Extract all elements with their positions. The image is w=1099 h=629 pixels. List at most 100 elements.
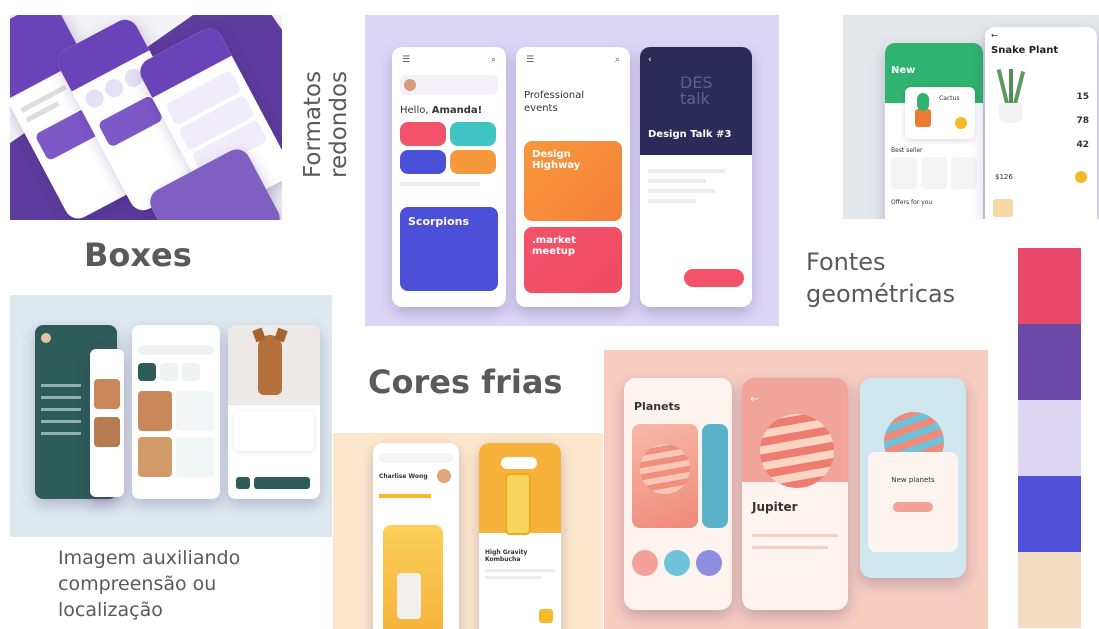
event-card[interactable]: Design Highway [524, 141, 622, 221]
color-swatch [1018, 552, 1081, 628]
category-tile[interactable] [400, 150, 446, 174]
color-palette [1018, 248, 1081, 629]
pet-photo [138, 437, 172, 477]
phone-screen: New planets [860, 378, 966, 578]
tab-new[interactable]: New [891, 65, 915, 76]
category-tile[interactable] [450, 150, 496, 174]
adopt-button[interactable] [254, 477, 310, 489]
event-title: Design Highway [532, 149, 581, 171]
add-button[interactable] [1075, 171, 1087, 183]
purple-app-mockup [10, 15, 282, 220]
filter-chip[interactable] [501, 457, 537, 469]
avatar [404, 79, 416, 91]
section-title: Professional [524, 90, 585, 101]
product-name: Cactus [939, 95, 960, 102]
filter-icon[interactable] [182, 363, 200, 381]
category-tile[interactable] [400, 122, 446, 146]
category-tile[interactable] [450, 122, 496, 146]
pet-photo [138, 391, 172, 431]
jupiter-image [760, 414, 834, 488]
planet-card[interactable] [702, 424, 728, 528]
planet-thumb[interactable] [632, 550, 658, 576]
color-swatch [1018, 400, 1081, 476]
event-title: Design Talk #3 [648, 129, 732, 140]
color-swatch [1018, 324, 1081, 400]
planet-name: Jupiter [752, 500, 798, 514]
register-button[interactable] [684, 269, 744, 287]
cat-photo [228, 325, 320, 405]
hero-watermark: talk [680, 89, 710, 108]
back-icon[interactable]: ← [750, 394, 758, 405]
label-fontes-geometricas: Fontes geométricas [806, 246, 955, 310]
filter-icon[interactable] [138, 363, 156, 381]
phone-screen: New Cactus Best seller Offers for you [885, 43, 983, 219]
planet-thumb[interactable] [664, 550, 690, 576]
phone-screen: ← Snake Plant 15 78 42 $126 [985, 27, 1097, 219]
product-tile[interactable] [921, 157, 947, 189]
label-formatos-redondos: Formatos redondos [300, 18, 352, 178]
phone-screen [132, 325, 220, 499]
add-button[interactable] [955, 117, 967, 129]
section-subtitle: events [524, 103, 558, 114]
search-icon: ⌕ [490, 55, 496, 65]
event-card[interactable]: Scorpions [400, 207, 498, 291]
product-tile[interactable] [891, 157, 917, 189]
label-cores-frias: Cores frias [368, 363, 563, 401]
page-title: Planets [634, 400, 681, 413]
event-title: .market meetup [532, 235, 576, 257]
color-swatch [1018, 248, 1081, 324]
label-line: redondos [326, 70, 352, 178]
search-input[interactable] [379, 453, 453, 463]
event-title: Scorpions [408, 215, 470, 228]
phone-screen: Planets [624, 378, 732, 610]
back-icon[interactable]: ‹ [648, 55, 652, 65]
section-title: Offers for you [891, 199, 933, 206]
product-card[interactable] [383, 525, 443, 629]
events-app-mockup: ☰ ⌕ Hello, Amanda! Scorpions ☰ ⌕ Profess… [365, 15, 779, 326]
planet-thumb[interactable] [696, 550, 722, 576]
pet-adoption-mockup [10, 295, 332, 537]
drinks-app-mockup: Charlise Wong High Gravity Kombucha [333, 433, 603, 629]
back-icon[interactable]: ← [991, 31, 998, 40]
product-title: High Gravity Kombucha [485, 549, 528, 563]
greeting: Hello, Amanda! [400, 105, 498, 116]
explore-button[interactable] [893, 502, 933, 512]
phone-screen: ← Jupiter [742, 378, 848, 610]
can-image [397, 573, 421, 619]
avatar [437, 469, 451, 483]
section-title: Best seller [891, 147, 923, 154]
phone-screen: ‹ DES talk Design Talk #3 [640, 47, 752, 307]
label-line: geométricas [806, 280, 956, 308]
menu-icon: ☰ [526, 55, 535, 65]
label-imagem-auxiliando: Imagem auxiliando compreensão ou localiz… [58, 545, 240, 623]
label-line: Formatos [300, 70, 326, 178]
label-boxes: Boxes [84, 236, 192, 274]
phone-screen: High Gravity Kombucha [479, 443, 561, 629]
cactus-icon [917, 93, 929, 111]
label-line: Fontes [806, 248, 886, 276]
snake-plant-image [996, 69, 1026, 123]
plant-app-mockup: New Cactus Best seller Offers for you ← … [843, 15, 1099, 219]
filter-icon[interactable] [160, 363, 178, 381]
favorite-button[interactable] [236, 477, 250, 489]
product-title: Snake Plant [991, 45, 1059, 56]
phone-screen: Charlise Wong [373, 443, 459, 629]
planets-app-mockup: Planets ← Jupiter New planets [604, 350, 988, 629]
label-line: Imagem auxiliando [58, 547, 241, 569]
planet-card[interactable] [632, 424, 698, 528]
search-icon: ⌕ [614, 55, 620, 65]
card-title: New planets [891, 476, 935, 484]
phone-screen: ☰ ⌕ Professional events Design Highway .… [516, 47, 630, 307]
greeting-name: Amanda! [431, 105, 483, 116]
menu-icon: ☰ [402, 55, 411, 65]
product-tile[interactable] [951, 157, 977, 189]
stat-value: 78 [1076, 116, 1089, 126]
add-to-cart-button[interactable] [539, 609, 553, 623]
phone-screen [90, 349, 124, 497]
phone-screen: ☰ ⌕ Hello, Amanda! Scorpions [392, 47, 506, 307]
label-line: localização [58, 599, 163, 621]
article-thumb [993, 199, 1013, 217]
search-input[interactable] [138, 345, 214, 355]
event-card[interactable]: .market meetup [524, 227, 622, 293]
plant-pot [915, 109, 931, 127]
